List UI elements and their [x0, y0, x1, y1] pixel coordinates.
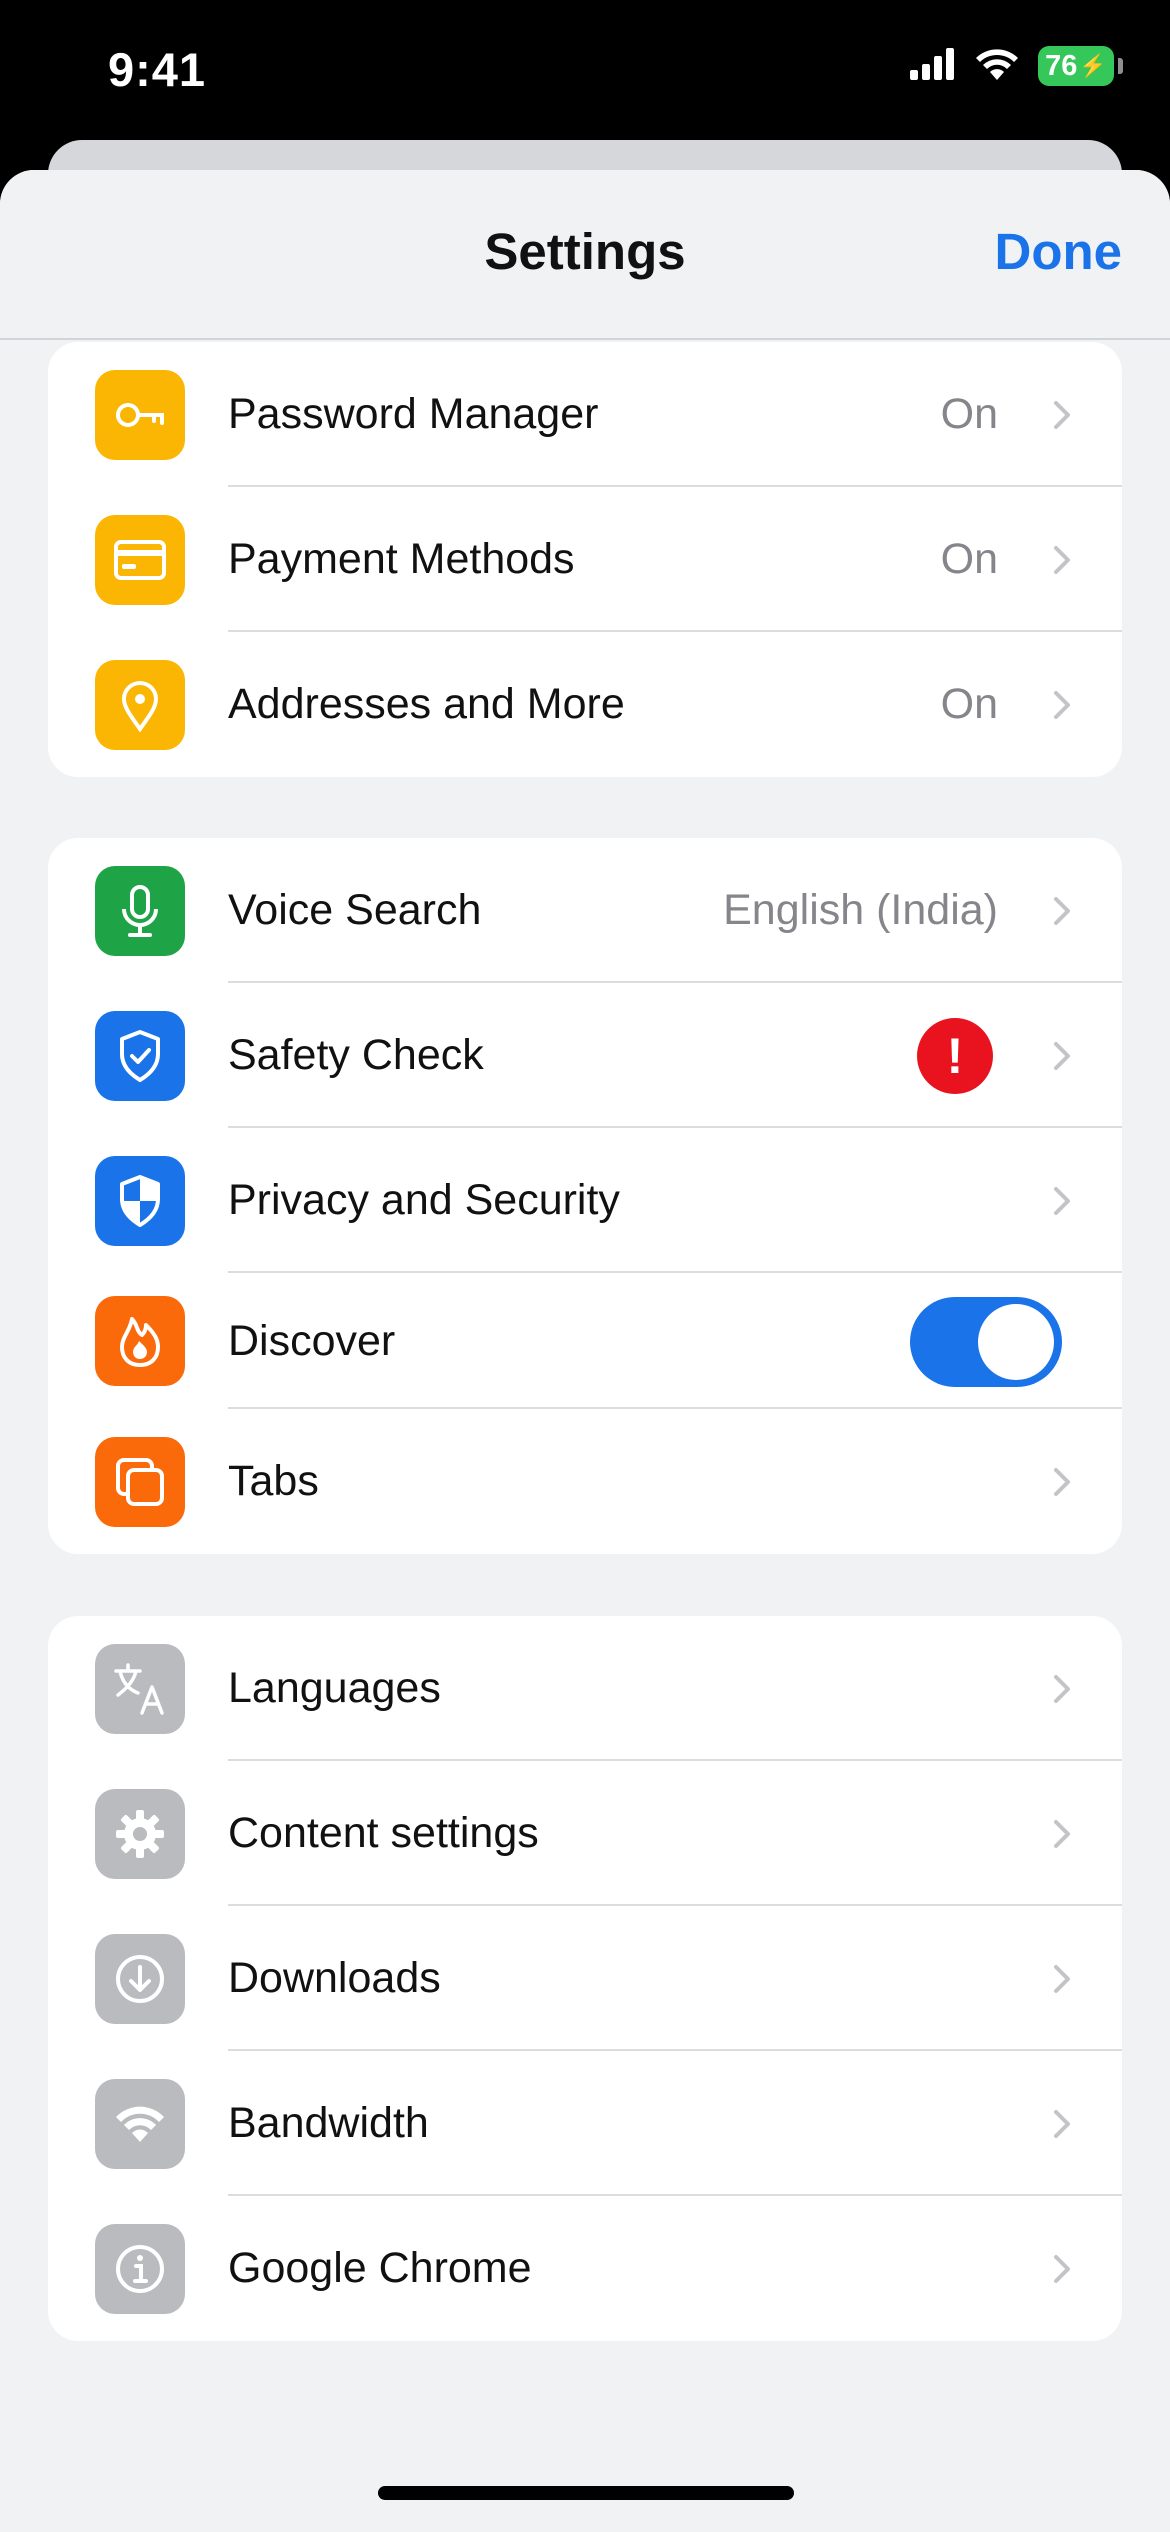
- row-value: English (India): [723, 886, 998, 934]
- credit-card-icon: [95, 515, 185, 605]
- chevron-right-icon: [1052, 632, 1072, 777]
- shield-check-icon: [95, 1011, 185, 1101]
- battery-indicator: 76 ⚡: [1038, 46, 1123, 86]
- chevron-right-icon: [1052, 342, 1072, 487]
- download-icon: [95, 1934, 185, 2024]
- toggle-knob: [978, 1304, 1054, 1380]
- row-label: Google Chrome: [228, 2244, 532, 2292]
- status-icons: 76 ⚡: [910, 46, 1123, 86]
- row-google-chrome[interactable]: Google Chrome: [48, 2196, 1122, 2341]
- alert-badge: !: [917, 1018, 993, 1094]
- discover-toggle[interactable]: [910, 1297, 1062, 1387]
- row-label: Addresses and More: [228, 680, 625, 728]
- row-label: Voice Search: [228, 886, 482, 934]
- location-pin-icon: [95, 660, 185, 750]
- charging-bolt-icon: ⚡: [1079, 53, 1107, 78]
- row-label: Discover: [228, 1316, 396, 1365]
- row-label: Privacy and Security: [228, 1176, 620, 1224]
- chevron-right-icon: [1052, 487, 1072, 632]
- settings-sheet: Settings Done Password Manager On Paymen…: [0, 170, 1170, 2532]
- shield-icon: [95, 1156, 185, 1246]
- translate-icon: [95, 1644, 185, 1734]
- row-label: Safety Check: [228, 1031, 484, 1079]
- navigation-bar: Settings Done: [0, 170, 1170, 340]
- row-content-settings[interactable]: Content settings: [48, 1761, 1122, 1906]
- chevron-right-icon: [1052, 2051, 1072, 2196]
- microphone-icon: [95, 866, 185, 956]
- row-label: Password Manager: [228, 390, 599, 438]
- row-safety-check[interactable]: Safety Check !: [48, 983, 1122, 1128]
- row-discover: Discover: [48, 1273, 1122, 1409]
- battery-nub: [1118, 58, 1123, 74]
- chevron-right-icon: [1052, 838, 1072, 983]
- row-tabs[interactable]: Tabs: [48, 1409, 1122, 1554]
- home-indicator[interactable]: [378, 2486, 794, 2500]
- chevron-right-icon: [1052, 1409, 1072, 1554]
- row-voice-search[interactable]: Voice Search English (India): [48, 838, 1122, 983]
- row-label: Content settings: [228, 1809, 539, 1857]
- wifi-icon: [974, 47, 1020, 86]
- wifi-icon: [95, 2079, 185, 2169]
- info-icon: [95, 2224, 185, 2314]
- settings-group-browser: Voice Search English (India) Safety Chec…: [48, 838, 1122, 1554]
- row-label: Bandwidth: [228, 2099, 429, 2147]
- row-languages[interactable]: Languages: [48, 1616, 1122, 1761]
- row-value: On: [940, 680, 998, 728]
- battery-level: 76: [1045, 49, 1078, 82]
- chevron-right-icon: [1052, 2196, 1072, 2341]
- chevron-right-icon: [1052, 1906, 1072, 2051]
- settings-group-autofill: Password Manager On Payment Methods On A…: [48, 342, 1122, 777]
- chevron-right-icon: [1052, 983, 1072, 1128]
- row-value: On: [940, 390, 998, 438]
- row-label: Languages: [228, 1664, 441, 1712]
- chevron-right-icon: [1052, 1616, 1072, 1761]
- row-addresses[interactable]: Addresses and More On: [48, 632, 1122, 777]
- status-time: 9:41: [108, 43, 207, 96]
- chevron-right-icon: [1052, 1761, 1072, 1906]
- key-icon: [95, 370, 185, 460]
- row-password-manager[interactable]: Password Manager On: [48, 342, 1122, 487]
- row-downloads[interactable]: Downloads: [48, 1906, 1122, 2051]
- row-label: Downloads: [228, 1954, 441, 2002]
- status-bar: 9:41 76 ⚡: [0, 0, 1170, 140]
- row-payment-methods[interactable]: Payment Methods On: [48, 487, 1122, 632]
- settings-group-advanced: Languages Content settings Downloads Ban…: [48, 1616, 1122, 2341]
- flame-icon: [95, 1296, 185, 1386]
- done-button[interactable]: Done: [995, 222, 1123, 281]
- row-label: Payment Methods: [228, 535, 575, 583]
- gear-icon: [95, 1789, 185, 1879]
- row-bandwidth[interactable]: Bandwidth: [48, 2051, 1122, 2196]
- row-privacy-security[interactable]: Privacy and Security: [48, 1128, 1122, 1273]
- chevron-right-icon: [1052, 1128, 1072, 1273]
- row-value: On: [940, 535, 998, 583]
- tabs-icon: [95, 1437, 185, 1527]
- cellular-signal-icon: [910, 47, 956, 85]
- row-label: Tabs: [228, 1457, 319, 1505]
